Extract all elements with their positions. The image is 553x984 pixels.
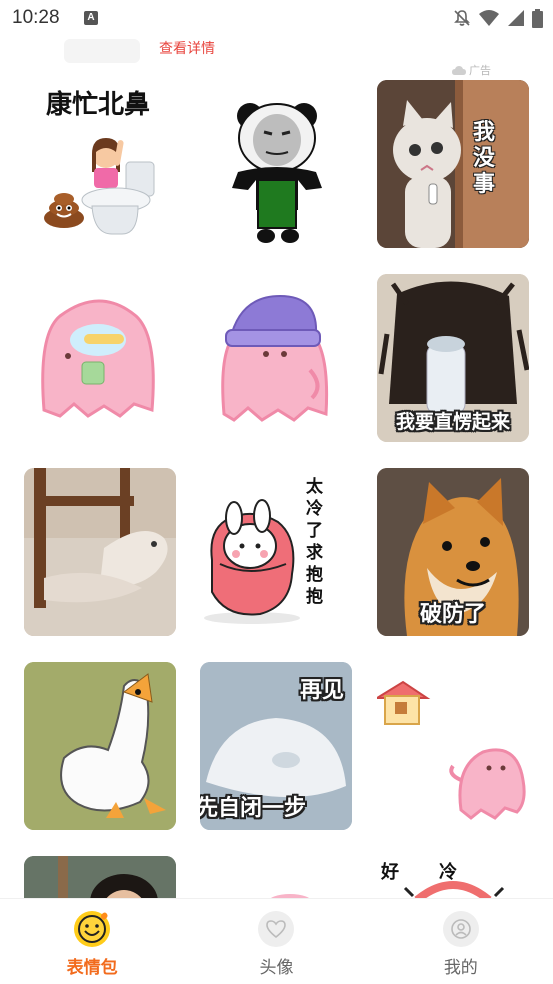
sticker-tile[interactable]: 太冷了求抱抱 (200, 468, 352, 636)
wifi-icon (479, 10, 499, 26)
sticker-tile[interactable] (24, 274, 176, 442)
user-icon (442, 911, 479, 947)
battery-icon (532, 8, 543, 28)
sticker-caption: 我要直愣起来 (395, 411, 510, 433)
panda-meme-image (232, 103, 322, 243)
duck-image (24, 662, 176, 830)
house-ghost-image (377, 680, 526, 820)
toilet-emoji-image (44, 138, 155, 235)
heart-icon (258, 911, 295, 947)
nav-label-avatars: 头像 (259, 958, 294, 978)
a-notification-icon: A (84, 11, 98, 25)
bunny-blanket-image (204, 499, 300, 624)
sticker-caption: 好冷 (381, 862, 497, 883)
sticker-caption: 破防了 (419, 602, 486, 627)
cat-chair-image (24, 468, 176, 636)
sticker-tile[interactable]: 再见 先自闭一步 (200, 662, 352, 830)
cat-door-image (377, 80, 529, 248)
ad-banner[interactable]: 查看详情 广告 (0, 36, 553, 77)
person-photo-image (24, 856, 176, 898)
sticker-tile[interactable] (24, 856, 176, 898)
sticker-tile[interactable] (200, 80, 352, 248)
pink-blob-image (270, 894, 310, 898)
sticker-tile[interactable] (24, 468, 176, 636)
status-icons (453, 8, 543, 28)
nav-label-profile: 我的 (443, 958, 478, 978)
nav-item-avatars[interactable]: 头像 (184, 899, 368, 984)
status-time: 10:28 (12, 7, 60, 28)
status-bar: 10:28 A (0, 0, 553, 36)
nav-label-stickers: 表情包 (66, 958, 118, 978)
sticker-grid: 康忙北鼻 我没事 我要直愣起来 太冷了求抱抱 破防了 再见 先自闭一步 好冷 (0, 70, 553, 898)
pink-ghost-beanie-image (221, 294, 329, 422)
sticker-tile[interactable] (24, 662, 176, 830)
smiley-icon (74, 911, 111, 947)
pink-ghost-toothbrush-image (41, 299, 155, 418)
ad-thumbnail (64, 39, 140, 63)
sticker-tile[interactable] (200, 856, 352, 898)
sticker-caption: 我没事 (473, 120, 496, 197)
sticker-tile[interactable]: 我要直愣起来 (377, 274, 529, 442)
ad-details-link[interactable]: 查看详情 (159, 38, 215, 58)
sticker-caption: 再见 (299, 678, 344, 703)
sticker-tile[interactable]: 破防了 (377, 468, 529, 636)
sticker-tile[interactable]: 康忙北鼻 (24, 80, 176, 248)
nav-item-profile[interactable]: 我的 (369, 899, 553, 984)
bell-off-icon (454, 10, 470, 26)
sticker-caption-secondary: 先自闭一步 (200, 796, 307, 821)
sticker-tile[interactable] (200, 274, 352, 442)
sticker-tile[interactable] (377, 662, 529, 830)
signal-icon (508, 10, 524, 26)
sticker-caption: 太冷了求抱抱 (306, 477, 323, 607)
nav-item-stickers[interactable]: 表情包 (0, 899, 184, 984)
sticker-tile[interactable]: 我没事 (377, 80, 529, 248)
sticker-tile[interactable]: 好冷 (377, 856, 529, 898)
bottom-nav: 表情包 头像 我的 (0, 898, 553, 984)
